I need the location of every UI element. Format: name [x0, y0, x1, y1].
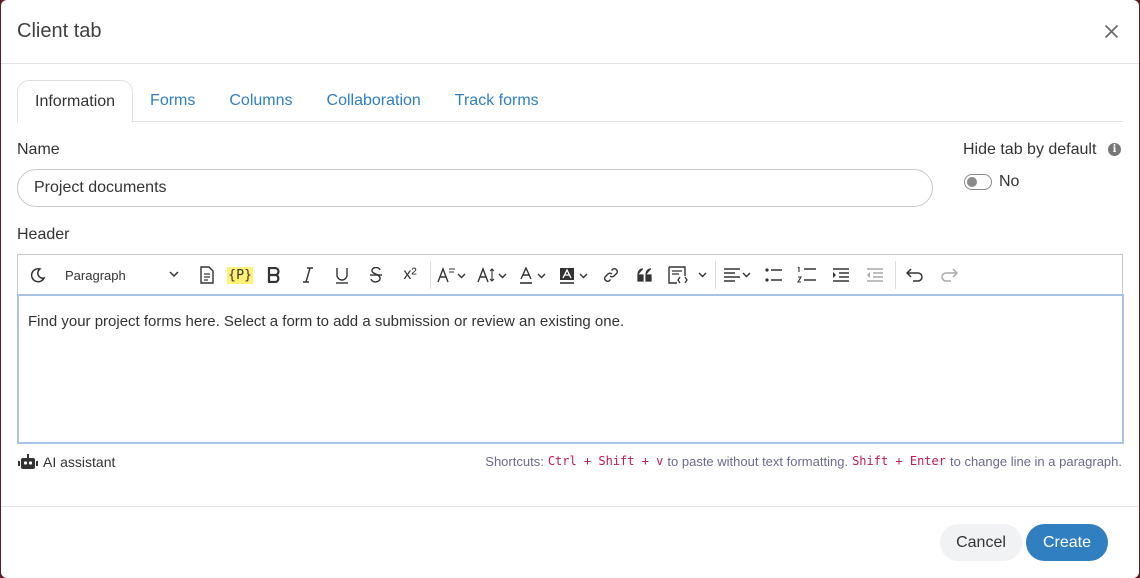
- header-label: Header: [17, 226, 70, 243]
- undo-button[interactable]: [903, 255, 927, 295]
- font-family-button[interactable]: [436, 255, 468, 295]
- outdent-button[interactable]: [863, 255, 887, 295]
- newline-shortcut: Shift + Enter: [852, 454, 946, 468]
- ai-assistant-button[interactable]: AI assistant: [18, 452, 115, 472]
- font-color-icon: [520, 266, 546, 284]
- link-button[interactable]: [600, 255, 622, 295]
- dialog-header: Client tab: [1, 0, 1139, 64]
- quote-icon: [637, 268, 652, 282]
- source-editing-button[interactable]: [666, 255, 710, 295]
- font-size-button[interactable]: [476, 255, 510, 295]
- chevron-down-icon: [169, 271, 179, 278]
- indent-button[interactable]: [829, 255, 853, 295]
- editor-toolbar: Paragraph {P} x²: [17, 254, 1123, 294]
- shortcuts-prefix: Shortcuts:: [485, 453, 544, 469]
- dialog-footer: Cancel Create: [1, 506, 1139, 578]
- create-button[interactable]: Create: [1026, 524, 1108, 561]
- toolbar-divider: [895, 261, 896, 289]
- italic-icon: [303, 267, 313, 283]
- font-size-icon: [477, 267, 507, 283]
- paste-shortcut-text: to paste without text formatting.: [667, 453, 849, 469]
- numbered-list-icon: [797, 266, 816, 283]
- tab-track-forms[interactable]: Track forms: [438, 80, 556, 122]
- header-editor[interactable]: Find your project forms here. Select a f…: [17, 294, 1124, 444]
- info-icon[interactable]: i: [1108, 143, 1121, 156]
- cancel-button[interactable]: Cancel: [940, 524, 1022, 561]
- underline-button[interactable]: [331, 255, 353, 295]
- client-tab-dialog: Client tab Information Forms Columns Col…: [1, 0, 1139, 578]
- background-color-button[interactable]: [558, 255, 592, 295]
- toggle-knob: [967, 177, 977, 187]
- paragraph-style-label: Paragraph: [65, 267, 126, 283]
- placeholder-button[interactable]: {P}: [226, 255, 254, 295]
- toolbar-divider: [430, 261, 431, 289]
- document-icon: [200, 266, 214, 284]
- link-icon: [604, 268, 618, 282]
- bulleted-list-button[interactable]: [762, 255, 786, 295]
- indent-icon: [833, 268, 849, 282]
- tab-information[interactable]: Information: [17, 80, 134, 123]
- tab-collaboration[interactable]: Collaboration: [310, 80, 438, 122]
- paste-shortcut: Ctrl + Shift + v: [547, 454, 664, 468]
- bulleted-list-icon: [765, 268, 782, 282]
- shortcuts-hint: Shortcuts: Ctrl + Shift + v to paste wit…: [485, 452, 1122, 470]
- theme-toggle-button[interactable]: [26, 255, 50, 295]
- underline-icon: [336, 267, 348, 284]
- outdent-icon: [867, 268, 883, 282]
- font-family-icon: [437, 267, 466, 283]
- placeholder-tag: {P}: [226, 266, 254, 284]
- newline-shortcut-text: to change line in a paragraph.: [949, 453, 1122, 469]
- name-field-value: Project documents: [34, 179, 167, 196]
- close-button[interactable]: [1099, 20, 1123, 44]
- redo-icon: [941, 268, 958, 282]
- ai-assistant-label: AI assistant: [43, 454, 116, 470]
- numbered-list-button[interactable]: [795, 255, 819, 295]
- strikethrough-button[interactable]: [365, 255, 387, 295]
- editor-paragraph: Find your project forms here. Select a f…: [28, 313, 625, 330]
- undo-icon: [906, 268, 923, 282]
- name-field[interactable]: Project documents: [17, 169, 933, 207]
- toolbar-divider: [715, 261, 716, 289]
- bold-icon: [267, 267, 280, 283]
- bold-button[interactable]: [263, 255, 285, 295]
- tab-bar: Information Forms Columns Collaboration …: [17, 80, 1123, 123]
- source-code-icon: [668, 266, 707, 284]
- strikethrough-icon: [370, 267, 382, 283]
- paragraph-style-select[interactable]: Paragraph: [65, 255, 183, 295]
- moon-icon: [30, 267, 46, 283]
- background-color-icon: [560, 267, 588, 284]
- superscript-icon: x²: [403, 266, 417, 283]
- hide-tab-label: Hide tab by default: [963, 141, 1097, 158]
- font-color-button[interactable]: [518, 255, 550, 295]
- redo-button[interactable]: [937, 255, 961, 295]
- tab-forms[interactable]: Forms: [133, 80, 212, 122]
- name-label: Name: [17, 141, 60, 158]
- superscript-button[interactable]: x²: [398, 255, 422, 295]
- dialog-title: Client tab: [17, 20, 102, 42]
- tab-columns[interactable]: Columns: [212, 80, 309, 122]
- hide-tab-toggle[interactable]: [964, 174, 992, 190]
- close-icon: [1104, 25, 1118, 38]
- robot-icon: [18, 454, 38, 469]
- document-button[interactable]: [196, 255, 218, 295]
- italic-button[interactable]: [297, 255, 319, 295]
- alignment-button[interactable]: [722, 255, 754, 295]
- align-left-icon: [724, 268, 751, 282]
- toggle-state-label: No: [999, 173, 1020, 190]
- blockquote-button[interactable]: [634, 255, 656, 295]
